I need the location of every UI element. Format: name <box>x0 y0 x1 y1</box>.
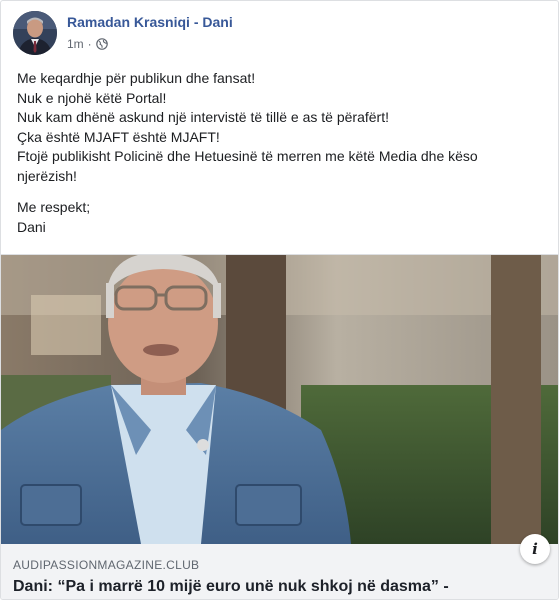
avatar-image <box>13 11 57 55</box>
post-text: Me keqardhje për publikun dhe fansat! Nu… <box>17 69 547 237</box>
post-line: Me keqardhje për publikun dhe fansat! <box>17 70 256 86</box>
link-preview[interactable]: i AUDIPASSIONMAGAZINE.CLUB Dani: “Pa i m… <box>1 254 558 599</box>
preview-photo <box>1 255 558 544</box>
author-name[interactable]: Ramadan Krasniqi - Dani <box>67 13 233 31</box>
post-line: Nuk kam dhënë askund një intervistë të t… <box>17 109 389 125</box>
facebook-post: Ramadan Krasniqi - Dani 1m · Me keqardhj… <box>0 0 559 600</box>
separator-dot: · <box>87 37 92 51</box>
author-avatar[interactable] <box>13 11 57 55</box>
post-header: Ramadan Krasniqi - Dani 1m · <box>13 11 233 57</box>
post-signature: Dani <box>17 218 46 235</box>
post-line: Ftojë publikisht Policinë dhe Hetuesinë … <box>17 148 478 164</box>
post-closing: Me respekt; <box>17 199 91 215</box>
post-meta: Ramadan Krasniqi - Dani 1m · <box>67 11 233 51</box>
info-button[interactable]: i <box>520 534 550 564</box>
link-domain: AUDIPASSIONMAGAZINE.CLUB <box>13 558 200 572</box>
post-subline: 1m · <box>67 37 233 51</box>
post-line: Çka është MJAFT është MJAFT! <box>17 128 220 145</box>
globe-icon[interactable] <box>95 38 108 50</box>
link-title[interactable]: Dani: “Pa i marrë 10 mijë euro unë nuk s… <box>13 577 449 597</box>
post-line: njerëzish! <box>17 167 77 184</box>
link-preview-image[interactable] <box>1 255 558 544</box>
post-timestamp[interactable]: 1m <box>67 37 84 51</box>
post-line: Nuk e njohë këtë Portal! <box>17 89 167 106</box>
